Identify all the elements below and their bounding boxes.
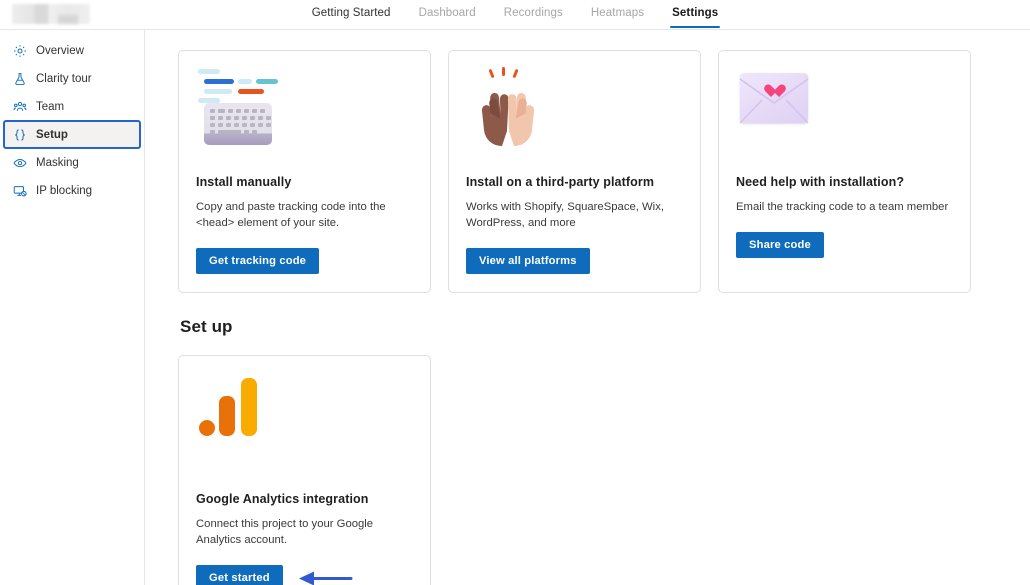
love-letter-emoji bbox=[736, 67, 953, 175]
google-analytics-logo bbox=[196, 372, 413, 492]
setup-main-content: Install manually Copy and paste tracking… bbox=[145, 30, 1030, 585]
card-description: Works with Shopify, SquareSpace, Wix, Wo… bbox=[466, 201, 664, 229]
ga-dot-orange bbox=[199, 420, 215, 436]
tab-dashboard[interactable]: Dashboard bbox=[405, 0, 490, 27]
tab-heatmaps[interactable]: Heatmaps bbox=[577, 0, 658, 27]
tab-getting-started[interactable]: Getting Started bbox=[298, 0, 405, 27]
people-team-icon bbox=[12, 99, 27, 114]
need-help-card: Need help with installation? Email the t… bbox=[718, 50, 971, 293]
card-title: Install manually bbox=[196, 175, 292, 189]
sidebar-item-clarity-tour[interactable]: Clarity tour bbox=[4, 65, 140, 92]
code-braces-icon bbox=[12, 127, 27, 142]
left-pointing-arrow-icon bbox=[298, 571, 353, 585]
third-party-platform-card: Install on a third-party platform Works … bbox=[448, 50, 701, 293]
settings-sidebar: Overview Clarity tour Team Setup Masking… bbox=[0, 30, 145, 585]
share-code-button[interactable]: Share code bbox=[736, 232, 824, 258]
tab-recordings[interactable]: Recordings bbox=[490, 0, 577, 27]
heart-icon bbox=[764, 85, 779, 99]
card-description: Copy and paste tracking code into the <h… bbox=[196, 201, 386, 229]
flask-icon bbox=[12, 71, 27, 86]
keyboard-code-illustration bbox=[196, 67, 413, 175]
sidebar-item-setup[interactable]: Setup bbox=[3, 120, 141, 149]
monitor-block-icon bbox=[12, 183, 27, 198]
install-card-row: Install manually Copy and paste tracking… bbox=[178, 50, 1030, 293]
ga-bar-amber bbox=[241, 378, 257, 436]
clapping-hands-emoji bbox=[466, 67, 683, 175]
tab-settings[interactable]: Settings bbox=[658, 0, 732, 28]
card-title: Google Analytics integration bbox=[196, 492, 369, 506]
card-title: Need help with installation? bbox=[736, 175, 905, 189]
card-description: Email the tracking code to a team member bbox=[736, 201, 949, 213]
setup-card-row: Google Analytics integration Connect thi… bbox=[178, 355, 1030, 585]
sidebar-item-team[interactable]: Team bbox=[4, 93, 140, 120]
sidebar-item-label: Overview bbox=[36, 44, 84, 57]
install-manually-card: Install manually Copy and paste tracking… bbox=[178, 50, 431, 293]
sidebar-item-label: Setup bbox=[36, 128, 68, 141]
app-header: Getting Started Dashboard Recordings Hea… bbox=[0, 0, 1030, 30]
primary-tab-bar: Getting Started Dashboard Recordings Hea… bbox=[0, 0, 1030, 30]
sidebar-item-label: Clarity tour bbox=[36, 72, 92, 85]
google-analytics-card: Google Analytics integration Connect thi… bbox=[178, 355, 431, 585]
sidebar-item-label: IP blocking bbox=[36, 184, 93, 197]
view-all-platforms-button[interactable]: View all platforms bbox=[466, 248, 590, 274]
card-description: Connect this project to your Google Anal… bbox=[196, 518, 374, 546]
get-tracking-code-button[interactable]: Get tracking code bbox=[196, 248, 320, 274]
get-started-button[interactable]: Get started bbox=[196, 565, 283, 585]
card-title: Install on a third-party platform bbox=[466, 175, 655, 189]
eye-icon bbox=[12, 155, 27, 170]
sidebar-item-masking[interactable]: Masking bbox=[4, 149, 140, 176]
sidebar-item-overview[interactable]: Overview bbox=[4, 37, 140, 64]
get-started-row: Get started bbox=[196, 565, 413, 585]
sidebar-item-ip-blocking[interactable]: IP blocking bbox=[4, 177, 140, 204]
gear-icon bbox=[12, 43, 27, 58]
ga-bar-orange bbox=[219, 396, 235, 436]
sidebar-item-label: Masking bbox=[36, 156, 79, 169]
section-heading-set-up: Set up bbox=[180, 317, 233, 336]
sidebar-item-label: Team bbox=[36, 100, 65, 113]
app-body: Overview Clarity tour Team Setup Masking… bbox=[0, 30, 1030, 585]
